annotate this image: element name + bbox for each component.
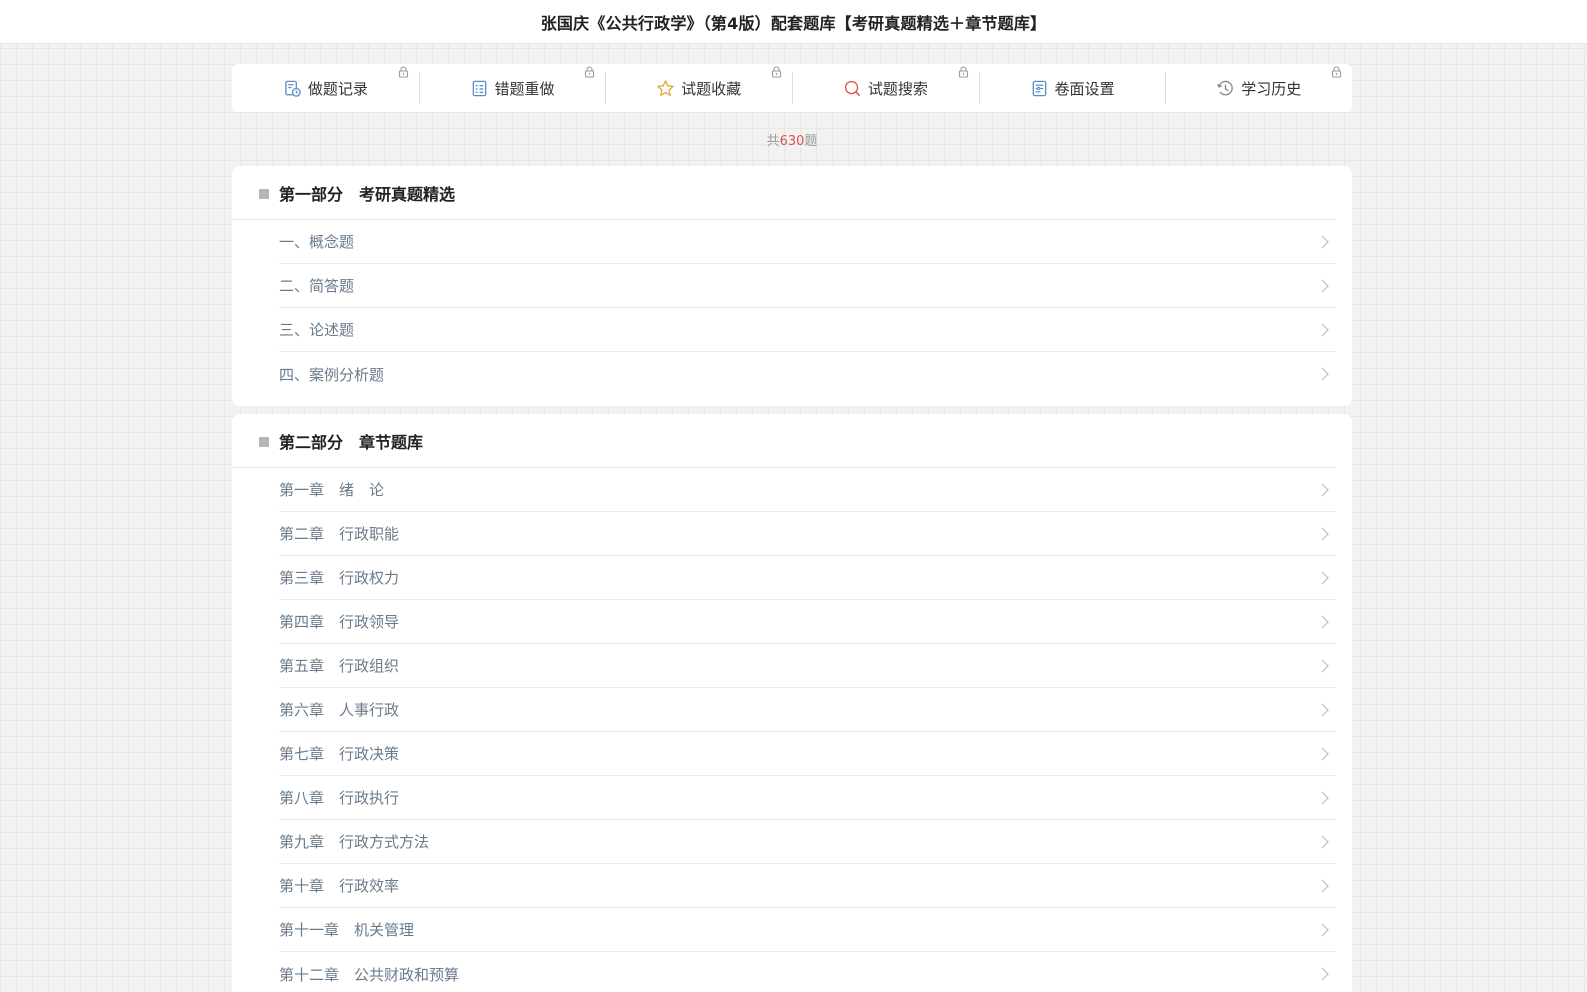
section-header: 第一部分 考研真题精选 (232, 166, 1336, 220)
chevron-right-icon (1321, 615, 1329, 628)
list-item-label: 第八章 行政执行 (279, 789, 400, 807)
toolbar: 做题记录 错题重做 试题收藏 试题搜索 卷面设置 学习历史 (232, 64, 1352, 112)
list-item-label: 二、简答题 (279, 277, 355, 295)
list-item[interactable]: 第八章 行政执行 (279, 776, 1336, 820)
favorites-button[interactable]: 试题收藏 (605, 66, 792, 104)
page-title: 张国庆《公共行政学》（第4版）配套题库【考研真题精选＋章节题库】 (540, 13, 1047, 33)
chevron-right-icon (1321, 367, 1329, 381)
list-item-label: 第二章 行政职能 (279, 525, 400, 543)
list-item[interactable]: 第四章 行政领导 (279, 600, 1336, 644)
list-item-label: 第六章 人事行政 (279, 701, 400, 719)
list-item[interactable]: 第六章 人事行政 (279, 688, 1336, 732)
search-label: 试题搜索 (867, 79, 928, 98)
history-button[interactable]: 学习历史 (1165, 66, 1352, 104)
section-marker (259, 188, 269, 199)
list-item-label: 第七章 行政决策 (279, 745, 400, 763)
search-icon (844, 80, 860, 96)
list-item-label: 三、论述题 (279, 321, 355, 339)
list-item[interactable]: 二、简答题 (279, 264, 1336, 308)
chevron-right-icon (1321, 235, 1329, 248)
question-count: 共630题 (232, 130, 1352, 150)
lock-icon (585, 66, 595, 78)
lock-icon (958, 66, 968, 78)
chevron-right-icon (1321, 879, 1329, 892)
list-item[interactable]: 第三章 行政权力 (279, 556, 1336, 600)
section-card-exam: 第一部分 考研真题精选 一、概念题 二、简答题 三、论述题 四、案例分析题 (232, 166, 1352, 406)
chevron-right-icon (1321, 323, 1329, 336)
lock-icon (771, 66, 782, 78)
top-header: 张国庆《公共行政学》（第4版）配套题库【考研真题精选＋章节题库】 (0, 0, 1587, 44)
chevron-right-icon (1321, 923, 1329, 936)
list-item-label: 第五章 行政组织 (279, 657, 400, 675)
chevron-right-icon (1321, 483, 1329, 496)
section-card-chapters: 第二部分 章节题库 第一章 绪 论 第二章 行政职能 第三章 行政权力 第四章 … (232, 414, 1352, 992)
record-label: 做题记录 (307, 79, 368, 98)
chevron-right-icon (1321, 659, 1329, 672)
chevron-right-icon (1321, 747, 1329, 760)
list-item-label: 第九章 行政方式方法 (279, 833, 430, 851)
star-icon (657, 79, 674, 96)
history-label: 学习历史 (1241, 79, 1302, 98)
chevron-right-icon (1321, 967, 1329, 981)
list-item[interactable]: 第一章 绪 论 (279, 468, 1336, 512)
list-item[interactable]: 第二章 行政职能 (279, 512, 1336, 556)
lock-icon (398, 66, 408, 78)
lock-icon (1331, 66, 1342, 78)
settings-doc-icon (1032, 80, 1046, 96)
list-item[interactable]: 一、概念题 (279, 220, 1336, 264)
section-marker (259, 436, 269, 447)
list-item-label: 一、概念题 (279, 233, 355, 251)
history-icon (1217, 80, 1234, 95)
list-item-label: 第十二章 公共财政和预算 (279, 965, 460, 984)
paper-settings-button[interactable]: 卷面设置 (978, 72, 1166, 104)
section-header: 第二部分 章节题库 (232, 414, 1336, 468)
list-item[interactable]: 第十一章 机关管理 (279, 908, 1336, 952)
list-item[interactable]: 三、论述题 (279, 308, 1336, 352)
list-item[interactable]: 第十二章 公共财政和预算 (279, 952, 1336, 992)
list-item[interactable]: 第十章 行政效率 (279, 864, 1336, 908)
list-item-label: 四、案例分析题 (279, 365, 385, 384)
count-suffix: 题 (804, 134, 818, 149)
favorites-label: 试题收藏 (681, 79, 742, 98)
redo-wrong-label: 错题重做 (494, 79, 555, 98)
section-title: 第二部分 章节题库 (279, 432, 424, 452)
list-item[interactable]: 第九章 行政方式方法 (279, 820, 1336, 864)
list-item-label: 第一章 绪 论 (279, 481, 385, 499)
redo-wrong-button[interactable]: 错题重做 (418, 66, 606, 104)
search-button[interactable]: 试题搜索 (792, 66, 979, 104)
chevron-right-icon (1321, 279, 1329, 292)
paper-settings-label: 卷面设置 (1054, 79, 1115, 98)
chevron-right-icon (1321, 835, 1329, 848)
redo-list-icon (472, 80, 486, 96)
list-item[interactable]: 四、案例分析题 (279, 352, 1336, 396)
record-button[interactable]: 做题记录 (232, 66, 419, 104)
list-item-label: 第三章 行政权力 (279, 569, 400, 587)
list-item[interactable]: 第七章 行政决策 (279, 732, 1336, 776)
list-item[interactable]: 第五章 行政组织 (279, 644, 1336, 688)
list-item-label: 第十章 行政效率 (279, 877, 400, 895)
chevron-right-icon (1321, 527, 1329, 540)
list-item-label: 第四章 行政领导 (279, 613, 400, 631)
chevron-right-icon (1321, 571, 1329, 584)
chevron-right-icon (1321, 703, 1329, 716)
count-prefix: 共 (766, 134, 780, 149)
list-item-label: 第十一章 机关管理 (279, 921, 415, 939)
chevron-right-icon (1321, 791, 1329, 804)
record-icon (285, 80, 301, 97)
section-title: 第一部分 考研真题精选 (279, 184, 456, 204)
count-number: 630 (779, 134, 805, 149)
